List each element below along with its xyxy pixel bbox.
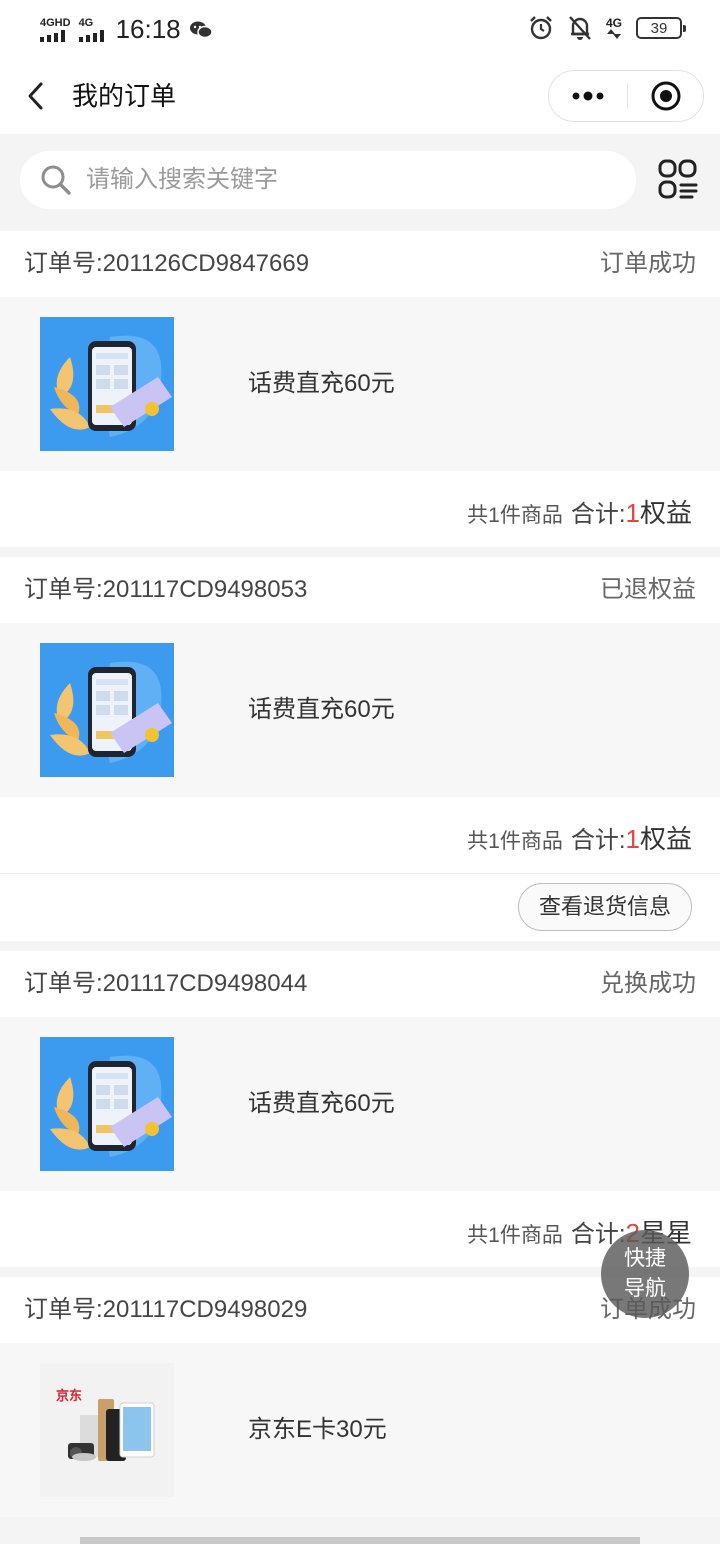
order-number: 订单号:201117CD9498044: [24, 970, 308, 997]
signal-bars-icon: [40, 29, 65, 42]
order-card[interactable]: 订单号:201126CD9847669 订单成功 话费直充60元 共1件商品 合…: [0, 231, 720, 547]
total-label: 合计:: [570, 827, 626, 854]
product-image: [40, 643, 174, 777]
item-count: 共1件商品: [467, 830, 563, 853]
grid-list-icon: [658, 159, 698, 199]
quick-nav-button[interactable]: 快捷 导航: [601, 1230, 689, 1318]
search-box[interactable]: [20, 151, 636, 209]
order-card[interactable]: 订单号:201117CD9498044 兑换成功 话费直充60元 共1件商品 合…: [0, 951, 720, 1267]
total-unit: 权益: [639, 824, 692, 854]
chevron-left-icon: [28, 82, 43, 110]
order-status: 订单成功: [600, 250, 696, 277]
order-product-row[interactable]: 话费直充60元: [0, 1017, 720, 1191]
product-image: [40, 317, 174, 451]
view-return-info-button[interactable]: 查看退货信息: [517, 883, 692, 931]
more-button[interactable]: [549, 71, 627, 121]
product-name: 话费直充60元: [248, 696, 395, 723]
order-number: 订单号:201117CD9498029: [24, 1296, 308, 1323]
order-product-row[interactable]: 话费直充60元: [0, 297, 720, 471]
phone-recharge-image: [40, 317, 174, 451]
order-total: 共1件商品 合计: 1 权益: [467, 493, 692, 530]
mini-program-capsule: [548, 70, 704, 122]
total-value: 1: [625, 498, 640, 528]
product-name: 话费直充60元: [248, 1090, 395, 1117]
search-input[interactable]: [86, 159, 606, 201]
order-status: 已退权益: [600, 576, 696, 603]
status-bar: 4GHD 4G 16:18 4G 39: [0, 0, 720, 58]
nav-bar: 我的订单: [0, 58, 720, 134]
order-product-row[interactable]: 话费直充60元: [0, 623, 720, 797]
network-label-1: 4GHD: [40, 16, 71, 29]
network-label-2: 4G: [78, 16, 94, 29]
order-header: 订单号:201117CD9498044 兑换成功: [0, 951, 720, 1017]
order-number: 订单号:201117CD9498053: [24, 576, 308, 603]
network-label-3: 4G: [605, 16, 622, 30]
order-card[interactable]: 订单号:201117CD9498053 已退权益 话费直充60元 共1件商品 合…: [0, 557, 720, 941]
order-product-row[interactable]: 京东 京东E卡30元: [0, 1343, 720, 1517]
quick-nav-label: 快捷 导航: [621, 1244, 669, 1304]
total-unit: 权益: [639, 498, 692, 528]
signal-bars-icon: [78, 29, 104, 42]
product-name: 京东E卡30元: [248, 1416, 387, 1443]
order-summary: 共1件商品 合计: 1 权益: [0, 471, 720, 547]
signal-1: 4GHD: [40, 16, 71, 42]
order-card[interactable]: 订单号:201117CD9498029 订单成功 京东 京东E卡30元: [0, 1277, 720, 1517]
jd-ecard-image: [40, 1363, 174, 1497]
battery-icon: 39: [636, 17, 686, 39]
order-status: 兑换成功: [600, 970, 696, 997]
page-title: 我的订单: [72, 81, 177, 111]
total-value: 1: [625, 824, 640, 854]
product-image: 京东: [40, 1363, 174, 1497]
order-actions: 查看退货信息: [0, 873, 720, 941]
close-button[interactable]: [628, 71, 704, 121]
phone-recharge-image: [40, 643, 174, 777]
quick-nav-line-2: 导航: [624, 1277, 666, 1300]
wechat-icon: [189, 21, 213, 38]
order-total: 共1件商品 合计: 1 权益: [467, 819, 692, 856]
network-indicator: 4G: [606, 17, 622, 39]
jd-logo: 京东: [56, 1388, 83, 1403]
phone-recharge-image: [40, 1037, 174, 1171]
search-bar: [0, 134, 720, 230]
item-count: 共1件商品: [467, 1224, 563, 1247]
back-button[interactable]: [22, 78, 52, 114]
search-icon: [41, 165, 71, 195]
product-image: [40, 1037, 174, 1171]
item-count: 共1件商品: [467, 504, 563, 527]
status-left: 4GHD 4G 16:18: [40, 14, 213, 45]
product-name: 话费直充60元: [248, 370, 395, 397]
order-summary: 共1件商品 合计: 1 权益: [0, 797, 720, 873]
quick-nav-line-1: 快捷: [624, 1247, 666, 1270]
mute-bell-icon: [569, 16, 591, 40]
category-menu-button[interactable]: [656, 158, 700, 202]
signal-2: 4G: [78, 16, 104, 42]
more-dots-icon: [572, 91, 604, 101]
status-right: 4G 39: [528, 15, 686, 41]
order-header: 订单号:201126CD9847669 订单成功: [0, 231, 720, 297]
order-number: 订单号:201126CD9847669: [24, 250, 310, 277]
total-label: 合计:: [570, 501, 626, 528]
alarm-icon: [530, 16, 552, 40]
close-target-icon: [651, 81, 681, 111]
battery-level: 39: [650, 19, 668, 37]
data-arrows-icon: [606, 29, 621, 39]
bottom-toolbar-edge: [80, 1537, 640, 1544]
clock-time: 16:18: [115, 14, 181, 44]
order-header: 订单号:201117CD9498053 已退权益: [0, 557, 720, 623]
